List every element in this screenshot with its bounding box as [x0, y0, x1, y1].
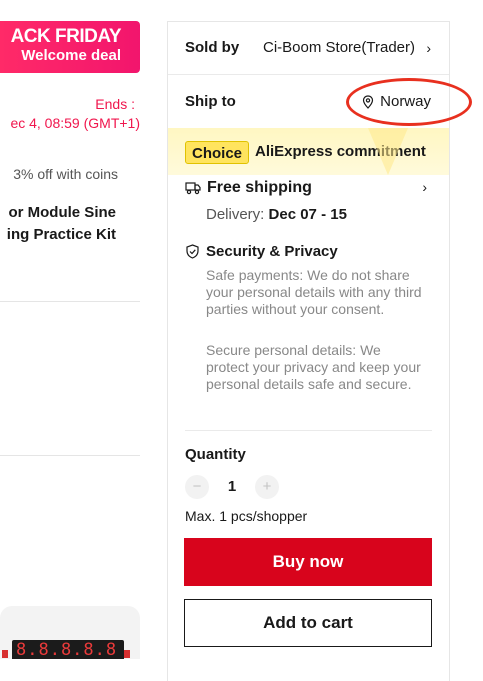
divider — [185, 430, 432, 431]
deal-ends-time: ec 4, 08:59 (GMT+1) — [10, 115, 140, 131]
product-title-line-2[interactable]: ing Practice Kit — [7, 226, 116, 243]
black-friday-banner: ACK FRIDAY Welcome deal — [0, 21, 140, 73]
quantity-label: Quantity — [185, 446, 246, 463]
truck-icon — [185, 182, 201, 195]
divider — [168, 74, 449, 75]
commitment-decoration — [368, 128, 408, 175]
ship-to-label: Ship to — [185, 93, 236, 110]
led-digits: 8.8.8.8.8 — [16, 640, 118, 659]
coins-discount: 3% off with coins — [13, 166, 118, 182]
delivery-dates: Dec 07 - 15 — [268, 206, 347, 223]
security-title: Security & Privacy — [206, 243, 338, 260]
banner-subtitle: Welcome deal — [21, 47, 121, 64]
deal-ends-label: Ends : — [95, 96, 135, 112]
choice-badge: Choice — [185, 141, 250, 164]
purchase-panel: Sold by Ci-Boom Store(Trader) › Ship to … — [167, 21, 472, 681]
divider — [0, 301, 140, 302]
shield-check-icon — [186, 244, 199, 259]
quantity-limit-text: Max. 1 pcs/shopper — [185, 508, 308, 524]
banner-title: ACK FRIDAY — [10, 26, 122, 47]
commitment-banner[interactable]: Choice AliExpress commitment — [168, 128, 449, 175]
sold-by-label: Sold by — [185, 39, 240, 56]
led-chip-right — [124, 650, 130, 658]
delivery-label: Delivery: — [206, 206, 265, 223]
quantity-increase-button[interactable]: + — [255, 475, 279, 499]
ship-to-country: Norway — [380, 93, 431, 110]
led-chip-left — [2, 650, 8, 658]
store-link[interactable]: Ci-Boom Store(Trader) — [263, 39, 415, 56]
delivery-estimate: Delivery: Dec 07 - 15 — [206, 206, 347, 223]
location-pin-icon — [363, 94, 374, 109]
divider — [0, 455, 140, 456]
quantity-value[interactable]: 1 — [220, 478, 244, 495]
ship-to-selector[interactable]: Norway — [362, 93, 431, 110]
quantity-decrease-button[interactable]: − — [185, 475, 209, 499]
add-to-cart-button[interactable]: Add to cart — [184, 599, 432, 647]
security-header: Security & Privacy — [185, 243, 338, 260]
product-title-line-1[interactable]: or Module Sine — [8, 204, 116, 221]
safe-payments-text: Safe payments: We do not share your pers… — [206, 267, 422, 317]
free-shipping-chevron-icon[interactable]: › — [422, 179, 427, 195]
free-shipping-header[interactable]: Free shipping — [185, 179, 312, 197]
store-chevron-icon: › — [426, 40, 431, 56]
buy-now-button[interactable]: Buy now — [184, 538, 432, 586]
free-shipping-title: Free shipping — [207, 179, 312, 196]
product-main-column: ACK FRIDAY Welcome deal Ends : ec 4, 08:… — [0, 0, 140, 659]
store-name: Ci-Boom Store(Trader) — [263, 39, 415, 56]
secure-details-text: Secure personal details: We protect your… — [206, 342, 421, 392]
